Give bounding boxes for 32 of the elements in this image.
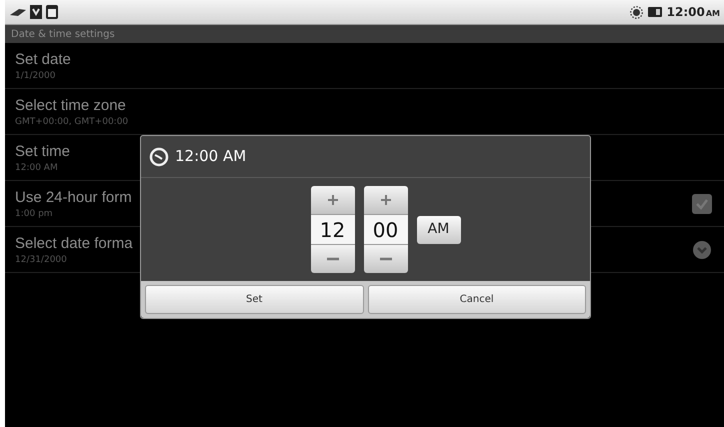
setting-summary: 12:00 AM <box>15 162 59 174</box>
setting-summary: 1:00 pm <box>15 208 54 220</box>
check-icon <box>695 196 709 210</box>
decrement-button[interactable] <box>310 245 354 273</box>
increment-button[interactable] <box>364 186 408 214</box>
clock-time: 12:00AM <box>666 4 720 21</box>
setting-summary: 12/31/2000 <box>15 254 68 266</box>
set-button[interactable]: Set <box>145 285 364 314</box>
hour-field[interactable]: 12 <box>310 214 354 245</box>
checkbox[interactable] <box>692 194 712 214</box>
plus-icon <box>380 194 392 206</box>
setting-label: Set time <box>15 142 70 162</box>
setting-label: Use 24-hour form <box>15 188 132 208</box>
plus-icon <box>326 194 338 206</box>
am-pm-toggle[interactable]: AM <box>416 216 460 244</box>
minute-field[interactable]: 00 <box>364 214 408 245</box>
screen-title: Date & time settings <box>11 28 115 42</box>
brightness-icon <box>630 6 643 18</box>
decrement-button[interactable] <box>364 245 408 273</box>
minus-icon <box>326 257 340 261</box>
dropdown-icon[interactable] <box>692 240 712 260</box>
setting-summary: 1/1/2000 <box>15 70 56 82</box>
minus-icon <box>378 257 392 261</box>
setting-summary: GMT+00:00, GMT+00:00 <box>15 116 128 128</box>
setting-label: Set date <box>15 50 71 70</box>
battery-icon <box>646 6 663 18</box>
increment-button[interactable] <box>310 186 354 214</box>
setting-label: Select time zone <box>15 96 127 116</box>
setting-label: Select date forma <box>15 234 133 254</box>
clock-icon <box>149 146 169 166</box>
dialog-title: 12:00 AM <box>175 146 246 168</box>
cancel-button[interactable]: Cancel <box>368 285 586 314</box>
